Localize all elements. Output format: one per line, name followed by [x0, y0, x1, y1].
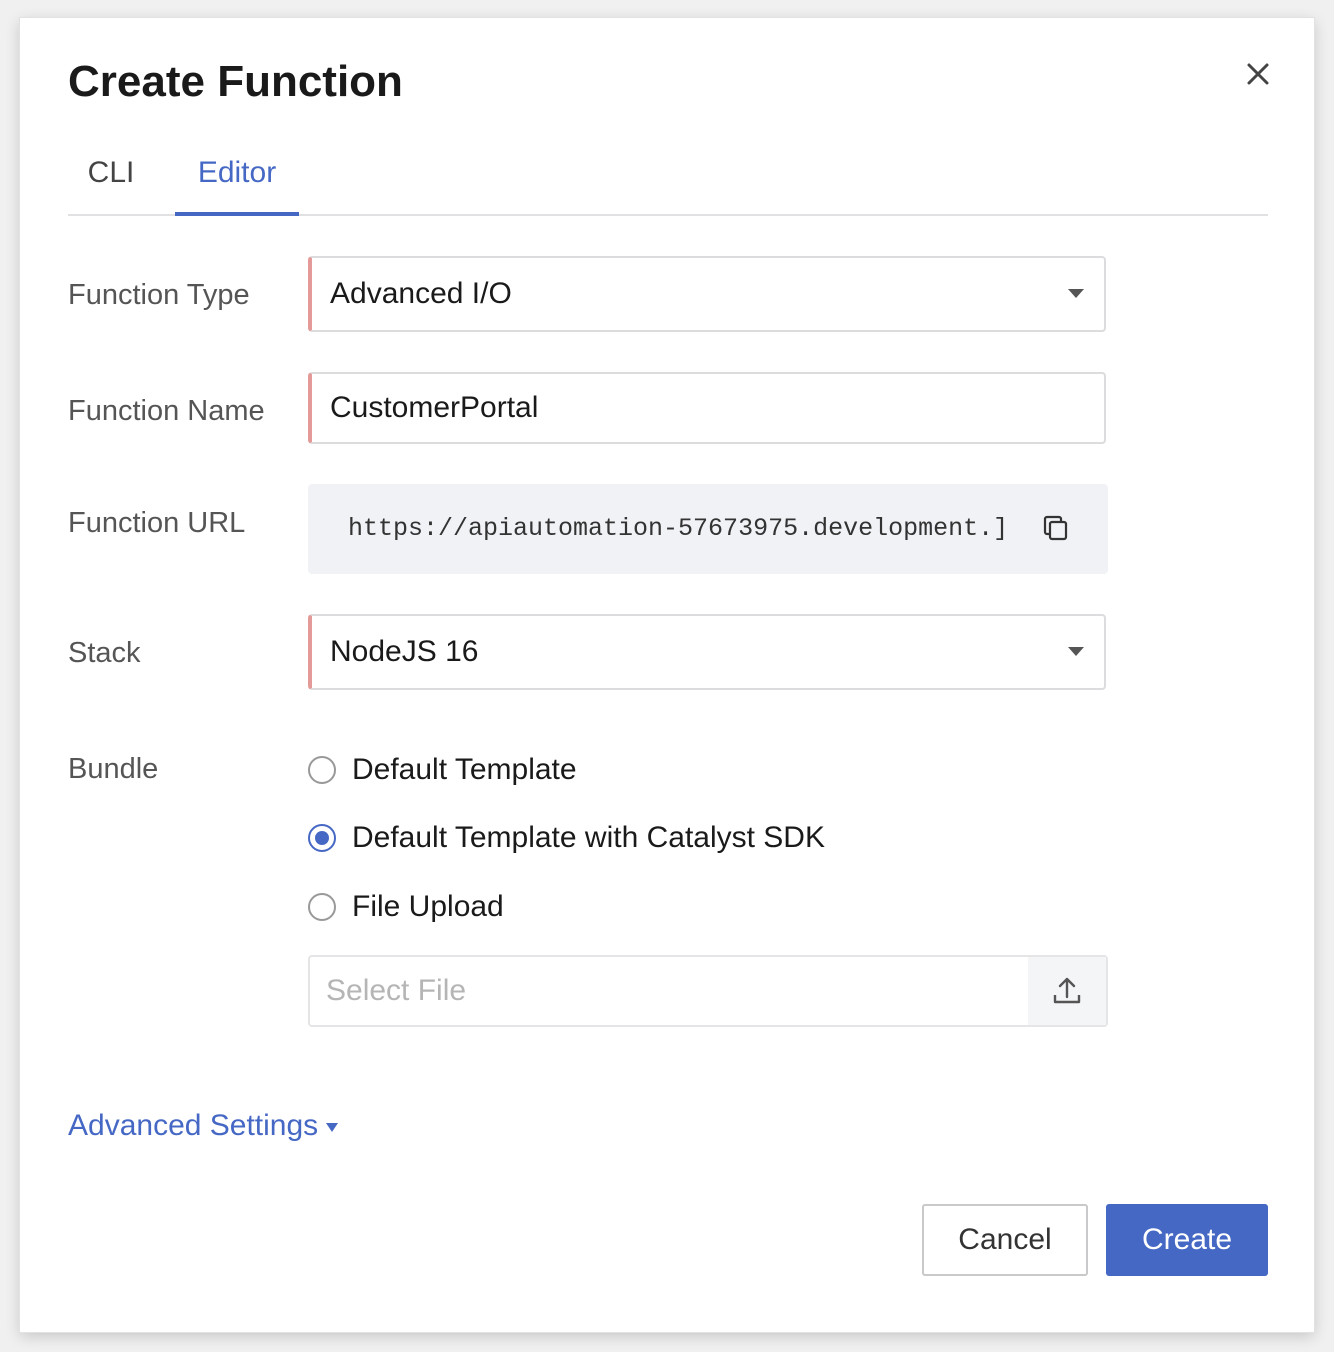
create-function-dialog: Create Function CLI Editor Function Type…: [20, 18, 1314, 1332]
tab-cli[interactable]: CLI: [68, 148, 154, 214]
radio-button[interactable]: [308, 893, 336, 921]
function-url-field: https://apiautomation-57673975.developme…: [308, 484, 1108, 574]
function-name-label: Function Name: [68, 395, 265, 427]
dialog-title: Create Function: [68, 57, 403, 106]
tab-editor[interactable]: Editor: [175, 148, 299, 216]
radio-button[interactable]: [308, 756, 336, 784]
bundle-option-catalyst-sdk[interactable]: Default Template with Catalyst SDK: [308, 818, 825, 858]
cancel-button[interactable]: Cancel: [922, 1204, 1088, 1276]
function-type-select[interactable]: Advanced I/O: [308, 256, 1106, 332]
file-select-field[interactable]: Select File: [308, 955, 1108, 1027]
function-url-value: https://apiautomation-57673975.developme…: [348, 514, 1009, 543]
bundle-label: Bundle: [68, 753, 159, 785]
upload-icon: [1053, 977, 1081, 1004]
chevron-down-icon: [1068, 289, 1084, 298]
bundle-option-file-upload[interactable]: File Upload: [308, 887, 504, 927]
function-type-label: Function Type: [68, 279, 250, 311]
radio-label: Default Template: [352, 753, 577, 786]
copy-icon[interactable]: [1042, 514, 1070, 542]
close-icon: [1247, 63, 1269, 85]
close-button[interactable]: [1240, 56, 1276, 92]
stack-value: NodeJS 16: [330, 635, 479, 668]
file-select-placeholder: Select File: [326, 974, 467, 1007]
caret-down-icon: [326, 1122, 339, 1132]
advanced-settings-toggle[interactable]: Advanced Settings: [68, 1108, 339, 1144]
function-name-value: CustomerPortal: [330, 391, 539, 424]
function-url-label: Function URL: [68, 507, 246, 539]
chevron-down-icon: [1068, 647, 1084, 656]
upload-button[interactable]: [1028, 957, 1106, 1025]
function-name-input[interactable]: CustomerPortal: [308, 372, 1106, 444]
stack-select[interactable]: NodeJS 16: [308, 614, 1106, 690]
tab-bar: CLI Editor: [68, 148, 1268, 216]
stack-label: Stack: [68, 637, 141, 669]
radio-button[interactable]: [308, 824, 336, 852]
function-type-value: Advanced I/O: [330, 277, 512, 310]
radio-label: Default Template with Catalyst SDK: [352, 821, 825, 854]
radio-label: File Upload: [352, 890, 504, 923]
bundle-option-default-template[interactable]: Default Template: [308, 750, 577, 790]
advanced-settings-label: Advanced Settings: [68, 1109, 319, 1142]
create-button[interactable]: Create: [1106, 1204, 1268, 1276]
